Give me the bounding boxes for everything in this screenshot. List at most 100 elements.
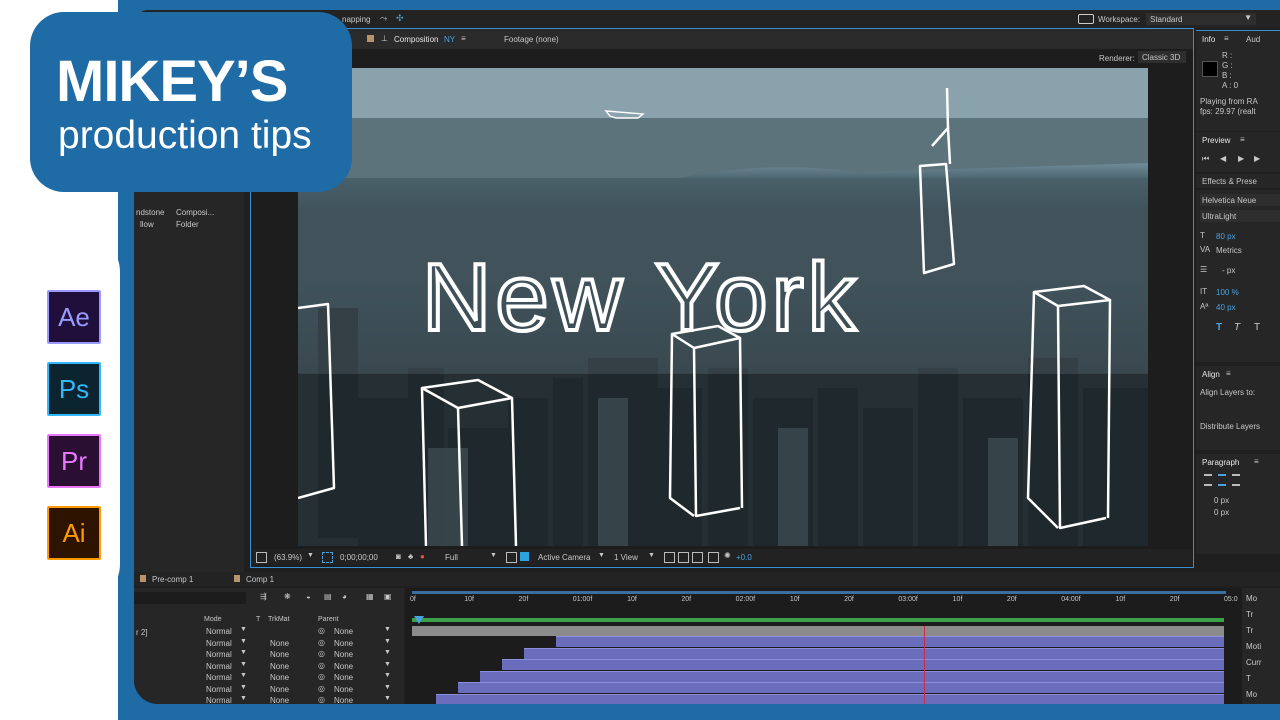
zoom-select[interactable]: (63.9%) <box>274 553 302 562</box>
all-caps-icon[interactable]: T <box>1254 322 1260 333</box>
app-icon-ps[interactable]: Ps <box>47 362 101 416</box>
always-preview-icon[interactable] <box>256 552 267 563</box>
tab-menu-icon[interactable]: ≡ <box>461 34 466 43</box>
tab-menu-icon[interactable]: ≡ <box>1240 135 1245 144</box>
frame-blending-icon[interactable]: ▤ <box>324 592 332 601</box>
snapping-icon[interactable]: ⤳ <box>380 13 387 24</box>
tab-comp-1[interactable]: Comp 1 <box>246 575 274 584</box>
layer-trkmat[interactable]: None <box>270 639 289 648</box>
layer-mode[interactable]: Normal <box>206 639 232 648</box>
toggle-pixel-icon[interactable] <box>664 552 675 563</box>
app-icon-pr[interactable]: Pr <box>47 434 101 488</box>
channel-icon[interactable]: ● <box>420 552 425 561</box>
draft-3d-icon[interactable]: ❋ <box>284 592 291 601</box>
workspace-select[interactable]: Standard ▼ <box>1146 13 1256 25</box>
layer-bar-top[interactable] <box>412 626 1224 636</box>
snapping-label[interactable]: napping <box>342 15 370 24</box>
view-layout-select[interactable]: 1 View <box>614 553 638 562</box>
tab-menu-icon[interactable]: ≡ <box>1254 457 1259 466</box>
tab-menu-icon[interactable]: ≡ <box>1224 34 1229 43</box>
reset-exposure-icon[interactable] <box>678 552 689 563</box>
layer-trkmat[interactable]: None <box>270 685 289 694</box>
pick-whip-icon[interactable]: ◎ <box>318 684 325 693</box>
layer-trkmat[interactable]: None <box>270 696 289 704</box>
next-frame-icon[interactable]: ▶ <box>1254 154 1260 163</box>
leading-value[interactable]: - px <box>1222 266 1235 275</box>
table-row[interactable]: Normal ▼ None ◎ None ▼ <box>134 649 404 660</box>
layer-mode[interactable]: Normal <box>206 696 232 704</box>
indent-left-value[interactable]: 0 px <box>1214 496 1229 505</box>
layer-parent[interactable]: None <box>334 650 353 659</box>
faux-italic-icon[interactable]: T <box>1234 322 1240 333</box>
layer-duration-bar[interactable] <box>458 682 1224 693</box>
pick-whip-icon[interactable]: ◎ <box>318 695 325 704</box>
pick-whip-icon[interactable]: ◎ <box>318 661 325 670</box>
exposure-value[interactable]: +0.0 <box>736 553 752 562</box>
graph-editor-icon[interactable]: ▦ <box>366 592 374 601</box>
tab-footage[interactable]: Footage (none) <box>504 35 559 44</box>
snap-target-icon[interactable]: ✣ <box>396 13 404 24</box>
pick-whip-icon[interactable]: ◎ <box>318 649 325 658</box>
align-right-icon[interactable] <box>1232 474 1240 486</box>
tab-precomp-1[interactable]: Pre-comp 1 <box>152 575 193 584</box>
camera-snapshot-icon[interactable]: ◙ <box>396 552 401 561</box>
camera-select[interactable]: Active Camera <box>538 553 590 562</box>
timecode[interactable]: 0;00;00;00 <box>340 553 378 562</box>
project-item[interactable]: ndstone Composi... <box>134 206 244 218</box>
table-row[interactable]: Normal ▼ None ◎ None ▼ <box>134 672 404 683</box>
pick-whip-icon[interactable]: ◎ <box>318 626 325 635</box>
layer-parent[interactable]: None <box>334 627 353 636</box>
vertical-scale-value[interactable]: 100 % <box>1216 288 1239 297</box>
sync-icon[interactable] <box>1078 14 1094 24</box>
fast-previews-icon[interactable] <box>506 552 517 563</box>
renderer-select[interactable]: Classic 3D <box>1138 51 1186 63</box>
layer-mode[interactable]: Normal <box>206 685 232 694</box>
layer-mode[interactable]: Normal <box>206 673 232 682</box>
layer-parent[interactable]: None <box>334 673 353 682</box>
flowchart-icon[interactable] <box>692 552 703 563</box>
show-snapshot-icon[interactable]: ♣ <box>408 552 413 561</box>
comp-lock-icon[interactable]: ⊥ <box>381 34 388 43</box>
layer-duration-bar[interactable] <box>524 647 1224 659</box>
layer-parent[interactable]: None <box>334 662 353 671</box>
layer-duration-bar[interactable] <box>556 636 1224 647</box>
faux-bold-icon[interactable]: T <box>1216 322 1222 333</box>
time-ruler[interactable]: 0f 10f 20f 01:00f 10f 20f 02:00f 10f 20f 03:00f 10… <box>410 596 1238 610</box>
tab-composition[interactable]: Composition <box>394 35 438 44</box>
layer-mode[interactable]: Normal <box>206 650 232 659</box>
app-icon-ai[interactable]: Ai <box>47 506 101 560</box>
work-area-bar[interactable] <box>412 591 1226 594</box>
layer-duration-bar[interactable] <box>502 659 1224 670</box>
play-icon[interactable]: ▶ <box>1238 154 1244 163</box>
current-time-indicator[interactable] <box>414 616 424 624</box>
layer-trkmat[interactable]: None <box>270 673 289 682</box>
first-frame-icon[interactable]: ⏮ <box>1202 154 1209 164</box>
project-item[interactable]: llow Folder <box>134 218 244 230</box>
fast-preview-icon[interactable] <box>708 552 719 563</box>
layer-search-input[interactable] <box>134 592 246 604</box>
layer-trkmat[interactable]: None <box>270 662 289 671</box>
table-row[interactable]: Normal ▼ None ◎ None ▼ <box>134 684 404 695</box>
composition-viewer[interactable]: New York <box>298 68 1148 546</box>
exposure-icon[interactable]: ✺ <box>724 551 731 560</box>
composition-mini-flowchart-icon[interactable]: ⇶ <box>260 592 267 601</box>
prev-frame-icon[interactable]: ◀ <box>1220 154 1226 163</box>
transparency-grid-icon[interactable] <box>520 552 529 561</box>
table-row[interactable]: Normal ▼ None ◎ None ▼ <box>134 695 404 704</box>
font-size-value[interactable]: 80 px <box>1216 232 1236 241</box>
pick-whip-icon[interactable]: ◎ <box>318 638 325 647</box>
region-of-interest-icon[interactable] <box>322 552 333 563</box>
app-icon-ae[interactable]: Ae <box>47 290 101 344</box>
layer-parent[interactable]: None <box>334 696 353 704</box>
layer-mode[interactable]: Normal <box>206 627 232 636</box>
kerning-value[interactable]: Metrics <box>1216 246 1242 255</box>
layer-duration-bar[interactable] <box>480 670 1224 682</box>
table-row[interactable]: Normal ▼ ◎ None ▼ <box>134 626 404 637</box>
effects-title[interactable]: Effects & Prese <box>1202 177 1257 186</box>
baseline-value[interactable]: 40 px <box>1216 303 1236 312</box>
resolution-select[interactable]: Full <box>445 553 458 562</box>
layer-parent[interactable]: None <box>334 685 353 694</box>
tab-audio[interactable]: Aud <box>1246 35 1260 44</box>
brainstorm-icon[interactable]: ▣ <box>384 592 392 601</box>
font-select[interactable]: Helvetica Neue <box>1200 194 1280 206</box>
